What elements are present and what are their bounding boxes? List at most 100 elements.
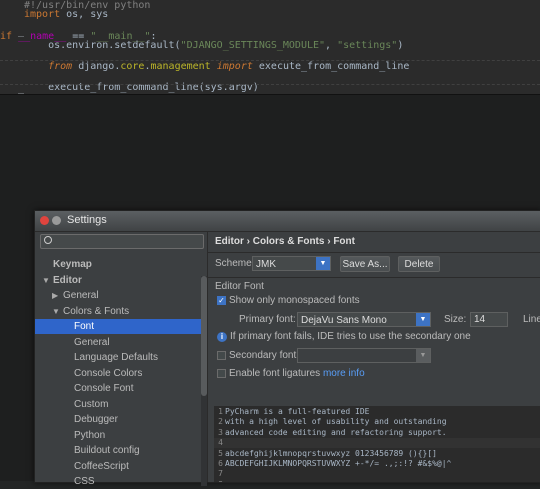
delete-button[interactable]: Delete [398,256,440,272]
dialog-titlebar[interactable]: Settings [35,211,540,232]
breadcrumb: Editor › Colors & Fonts › Font [215,236,355,247]
collapse-arrow-icon[interactable]: ▶ [52,288,58,303]
tree-item-language-defaults[interactable]: Language Defaults [35,350,203,365]
line-separator [0,60,540,61]
tree-item-label: General [63,290,99,301]
pane-divider[interactable] [0,94,540,95]
code-token: , [325,40,338,51]
preview-line: 4 [214,438,540,449]
code-token: "settings" [337,40,398,51]
code-token: os, sys [60,9,109,20]
code-line[interactable]: import os, sys [24,9,108,21]
more-info-link[interactable]: more info [323,368,365,379]
tree-item-label: Language Defaults [74,352,158,363]
tree-item-label: CoffeeScript [74,460,129,472]
primary-font-select[interactable]: DejaVu Sans Mono ▼ [297,312,431,327]
chevron-down-icon: ▼ [416,349,430,362]
line-number: 1 [218,407,223,416]
code-line[interactable]: os.environ.setdefault("DJANGO_SETTINGS_M… [24,40,403,52]
tree-item-debugger[interactable]: Debugger [35,412,203,427]
tree-item-custom[interactable]: Custom [35,397,203,412]
preview-text: advanced code editing and refactoring su… [225,427,447,437]
monospaced-checkbox[interactable]: ✓ [217,296,226,305]
preview-line: 5 abcdefghijklmnopqrstuvwxyz 0123456789 (… [214,449,540,459]
preview-text: PyCharm is a full-featured IDE [225,407,370,416]
ligatures-label: Enable font ligatures more info [229,368,365,379]
line-spacing-label: Line [523,314,540,325]
code-token: if [0,31,13,42]
expand-arrow-icon[interactable]: ▼ [42,273,50,288]
tree-item-label: Font [74,321,95,332]
line-separator [0,84,540,85]
line-number: 5 [218,448,223,458]
tree-item-console-colors[interactable]: Console Colors [35,366,203,381]
scheme-select[interactable]: JMK ▼ [252,256,331,271]
code-token: from [48,61,73,72]
code-token: management [150,61,211,72]
tree-item-label: Console Colors [74,367,143,379]
tree-item-console-font[interactable]: Console Font [35,381,203,396]
settings-tree-panel: Keymap ▼ Editor ▶ General ▼ Colors & Fonts Font… [35,232,207,487]
minimize-window-button[interactable] [52,216,61,225]
font-settings-panel: Editor › Colors & Fonts › Font Scheme: J… [208,232,540,482]
chevron-down-icon: ▼ [316,257,330,270]
line-number: 2 [218,417,223,427]
tree-item-label: Editor [53,274,82,286]
editor-font-section-title: Editor Font [215,281,264,292]
code-token: ) [397,40,404,51]
line-number: 6 [218,459,223,468]
fold-marker[interactable] [18,36,24,37]
tree-item-label: Debugger [74,414,118,425]
tree-item-python[interactable]: Python [35,428,203,443]
primary-font-label: Primary font: [239,314,296,325]
secondary-font-select[interactable]: ▼ [297,348,431,363]
code-token: core [120,61,145,72]
chevron-down-icon: ▼ [416,313,430,326]
font-size-input[interactable]: 14 [470,312,508,327]
info-icon: i [217,332,227,342]
code-token: import [24,9,61,20]
tree-item-font[interactable]: Font [35,319,203,334]
monospaced-label: Show only monospaced fonts [229,295,360,306]
preview-line: 3 advanced code editing and refactoring s… [214,428,540,438]
ligatures-checkbox[interactable] [217,369,226,378]
code-token: os.environ.setdefault( [24,40,181,51]
code-token: execute_from_command_line [252,61,410,72]
expand-arrow-icon[interactable]: ▼ [52,304,60,319]
tree-item-label: Colors & Fonts [63,305,130,317]
preview-text: abcdefghijklmnopqrstuvwxyz 0123456789 ()… [225,448,437,458]
font-fallback-info: If primary font fails, IDE tries to use … [230,331,471,342]
tree-item-colors-fonts[interactable]: ▼ Colors & Fonts [35,304,203,319]
code-line[interactable]: from django.core.management import execu… [24,61,409,73]
tree-item-label: Keymap [53,259,92,270]
close-window-button[interactable] [40,216,49,225]
tree-item-coffeescript[interactable]: CoffeeScript [35,459,203,474]
tree-item-buildout-config[interactable]: Buildout config [35,443,203,458]
tree-item-keymap[interactable]: Keymap [35,257,203,272]
header-separator [208,252,540,253]
size-label: Size: [444,314,467,325]
tree-item-general[interactable]: ▶ General [35,288,203,303]
tree-item-css[interactable]: CSS [35,474,203,489]
settings-dialog: Settings Keymap ▼ Editor ▶ General ▼ Colors & … [34,210,540,487]
code-token: "DJANGO_SETTINGS_MODULE" [180,40,326,51]
tree-item-label: Python [74,429,106,441]
preview-line: 6 ABCDEFGHIJKLMNOPQRSTUVWXYZ +-*/= .,;:!?… [214,459,540,469]
secondary-font-checkbox[interactable] [217,351,226,360]
font-preview[interactable]: 1 PyCharm is a full-featured IDE 2 with a h… [214,406,540,482]
settings-search-input[interactable] [40,234,204,249]
tree-item-label: General [74,336,110,348]
dialog-title: Settings [67,214,107,226]
scheme-value: JMK [256,259,276,270]
tree-item-editor[interactable]: ▼ Editor [35,273,203,288]
tree-item-label: Custom [74,398,109,410]
tree-item-label: Console Font [74,383,134,394]
primary-font-value: DejaVu Sans Mono [301,315,387,326]
preview-text: with a high level of usability and outst… [225,417,447,427]
code-token: django. [72,61,121,72]
save-as-button[interactable]: Save As... [340,256,390,272]
tree-item-label: Buildout config [74,445,140,456]
tree-item-label: CSS [74,476,95,487]
tree-item-general[interactable]: General [35,335,203,350]
